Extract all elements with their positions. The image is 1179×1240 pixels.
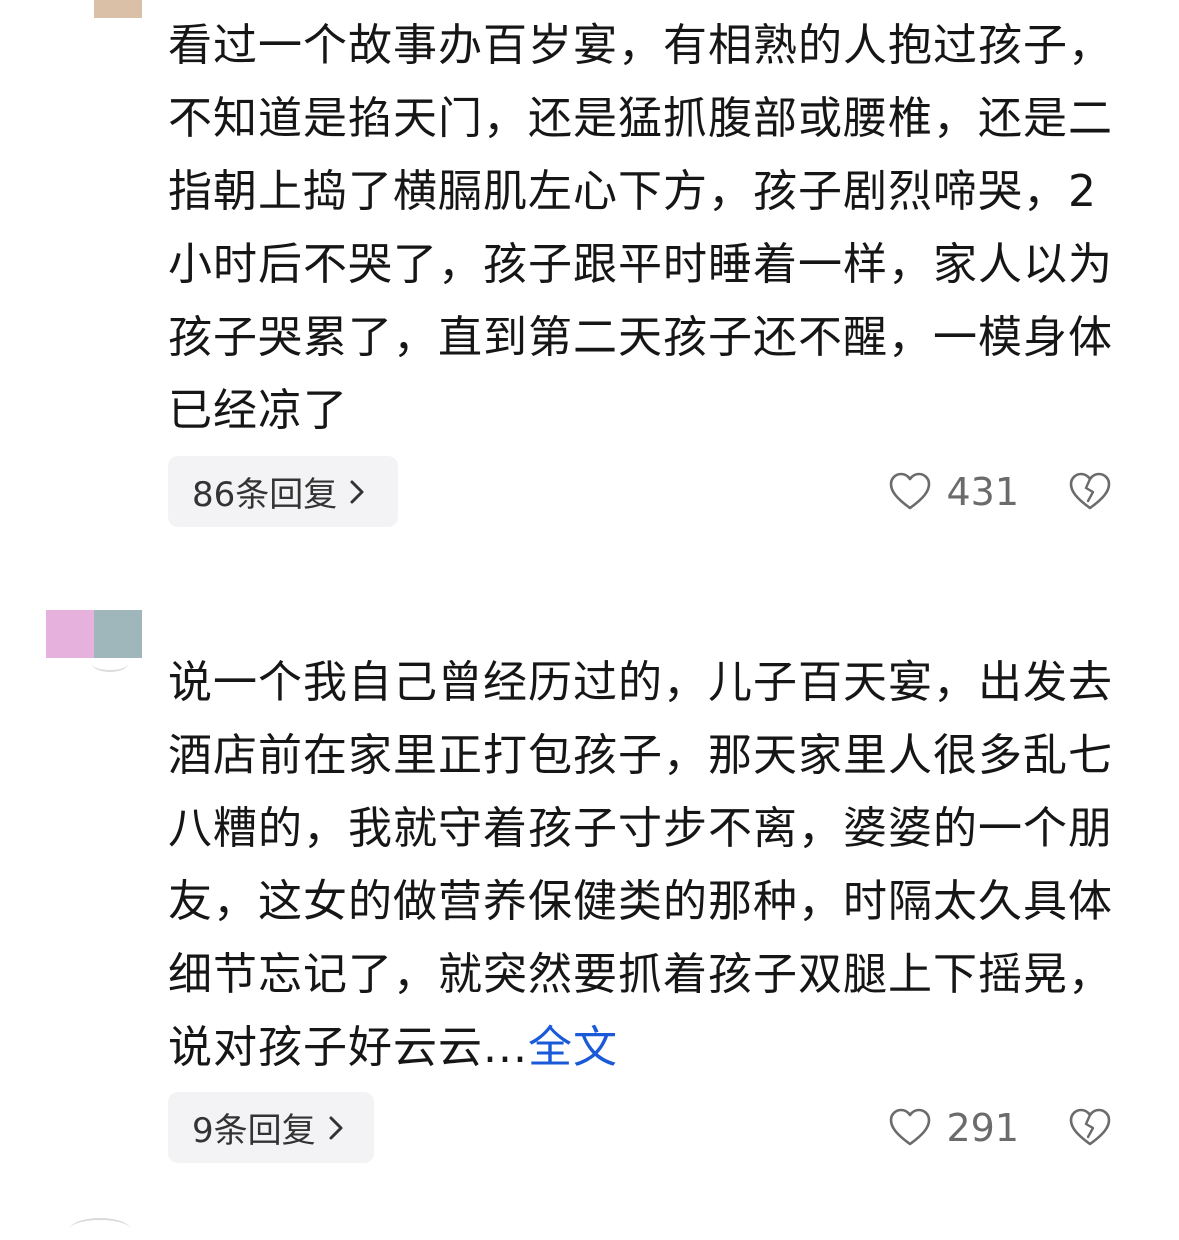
like-count: 431 <box>946 469 1019 514</box>
avatar[interactable] <box>46 610 142 658</box>
like-button[interactable]: 431 <box>888 456 1019 527</box>
dislike-button[interactable] <box>1065 1092 1115 1163</box>
broken-heart-icon <box>1069 1108 1111 1145</box>
expand-full-text-link[interactable]: 全文 <box>528 1022 618 1073</box>
replies-label: 86条回复 <box>192 475 338 515</box>
comment-text: 看过一个故事办百岁宴，有相熟的人抱过孩子，不知道是掐天门，还是猛抓腹部或腰椎，还… <box>168 9 1118 447</box>
next-comment-avatar-edge <box>70 1218 130 1240</box>
avatar-block-right <box>94 0 142 18</box>
replies-label: 9条回复 <box>192 1111 316 1151</box>
like-button[interactable]: 291 <box>888 1092 1019 1163</box>
chevron-right-icon <box>329 1116 343 1139</box>
dislike-button[interactable] <box>1065 456 1115 527</box>
avatar[interactable] <box>46 0 142 18</box>
heart-outline-icon <box>890 1108 931 1145</box>
comment-text: 说一个我自己曾经历过的，儿子百天宴，出发去酒店前在家里正打包孩子，那天家里人很多… <box>168 646 1118 1084</box>
heart-outline-icon <box>890 472 931 509</box>
comment-body: 说一个我自己曾经历过的，儿子百天宴，出发去酒店前在家里正打包孩子，那天家里人很多… <box>168 657 1113 1073</box>
comment-body: 看过一个故事办百岁宴，有相熟的人抱过孩子，不知道是掐天门，还是猛抓腹部或腰椎，还… <box>168 20 1113 436</box>
avatar-block-left <box>46 610 94 658</box>
avatar-block-right <box>94 610 142 658</box>
replies-button[interactable]: 86条回复 <box>168 456 398 527</box>
avatar-block-left <box>46 0 94 18</box>
chevron-right-icon <box>350 480 364 503</box>
broken-heart-icon <box>1069 472 1111 509</box>
avatar-edge <box>92 656 128 672</box>
replies-button[interactable]: 9条回复 <box>168 1092 374 1163</box>
like-count: 291 <box>946 1105 1019 1150</box>
